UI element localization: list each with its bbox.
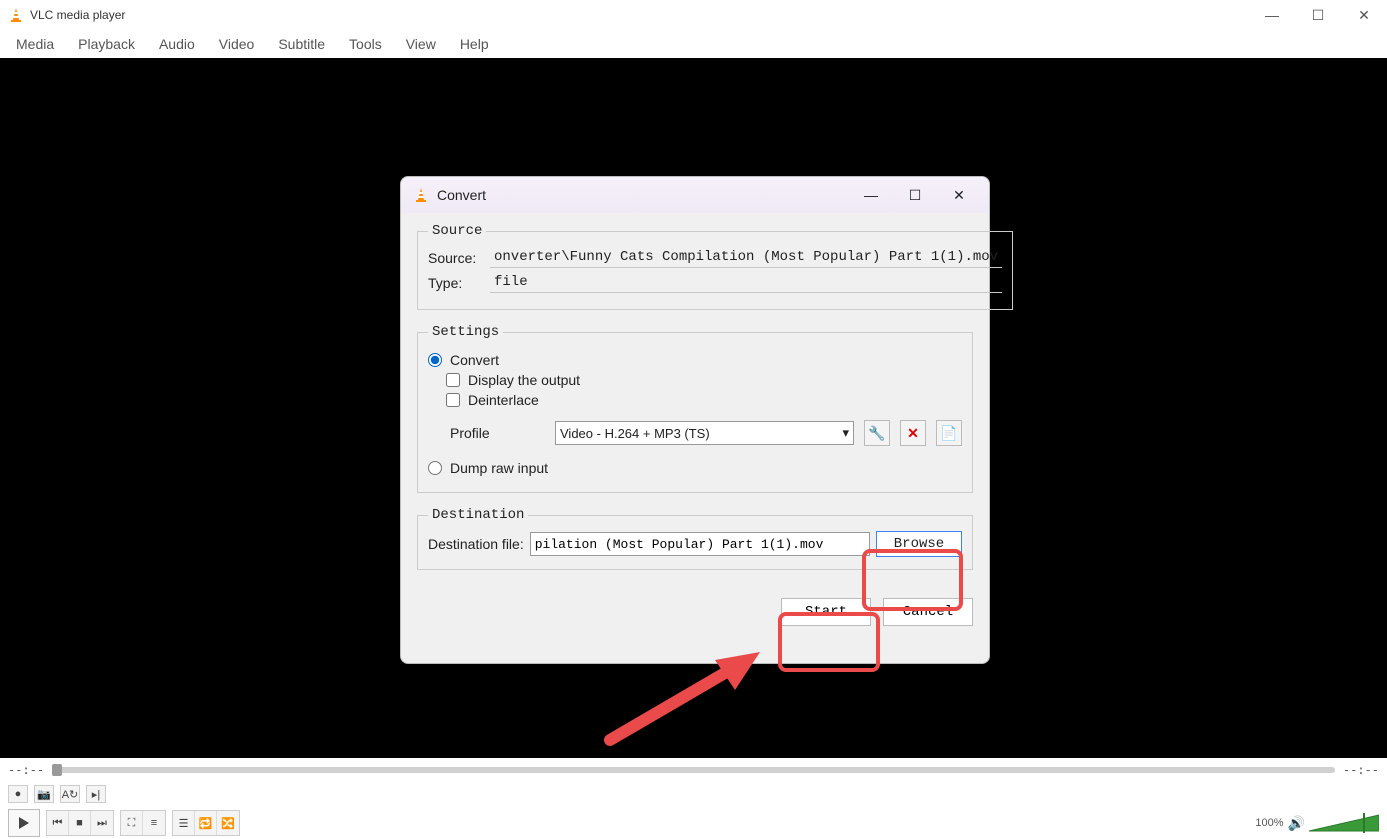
menubar: Media Playback Audio Video Subtitle Tool… xyxy=(0,30,1387,58)
convert-radio[interactable]: Convert xyxy=(428,352,962,368)
loop-icon: 🔁 xyxy=(199,817,213,830)
fullscreen-button[interactable]: ⛶ xyxy=(121,811,143,835)
dialog-titlebar[interactable]: Convert — ☐ ✕ xyxy=(401,177,989,213)
settings-legend: Settings xyxy=(428,324,503,340)
profile-value: Video - H.264 + MP3 (TS) xyxy=(560,426,710,441)
seek-slider[interactable] xyxy=(52,767,1335,773)
delete-profile-button[interactable]: ✕ xyxy=(900,420,926,446)
menu-audio[interactable]: Audio xyxy=(149,34,205,54)
frame-step-button[interactable]: ▸| xyxy=(86,785,106,803)
time-elapsed: --:-- xyxy=(8,763,44,777)
seek-knob[interactable] xyxy=(52,764,62,776)
vlc-cone-icon xyxy=(413,187,429,203)
dest-file-input[interactable] xyxy=(530,532,870,556)
destination-legend: Destination xyxy=(428,507,528,523)
play-icon xyxy=(17,816,31,830)
source-legend: Source xyxy=(428,223,486,239)
equalizer-icon: ≡ xyxy=(151,817,157,829)
new-profile-button[interactable]: 📄 xyxy=(936,420,962,446)
extended-settings-button[interactable]: ≡ xyxy=(143,811,165,835)
new-profile-icon: 📄 xyxy=(940,425,957,442)
dialog-maximize-button[interactable]: ☐ xyxy=(893,179,937,211)
type-label: Type: xyxy=(428,275,490,291)
dest-file-label: Destination file: xyxy=(428,536,524,552)
dump-raw-input[interactable] xyxy=(428,461,442,475)
start-button[interactable]: Start xyxy=(781,598,871,626)
edit-profile-button[interactable]: 🔧 xyxy=(864,420,890,446)
menu-video[interactable]: Video xyxy=(209,34,265,54)
main-titlebar: VLC media player — ☐ ✕ xyxy=(0,0,1387,30)
menu-subtitle[interactable]: Subtitle xyxy=(268,34,335,54)
window-title: VLC media player xyxy=(30,8,1249,22)
frame-step-icon: ▸| xyxy=(92,788,100,801)
vlc-cone-icon xyxy=(8,7,24,23)
menu-playback[interactable]: Playback xyxy=(68,34,145,54)
playlist-icon: ☰ xyxy=(179,817,189,830)
next-icon: ⏭ xyxy=(97,817,107,830)
playlist-button[interactable]: ☰ xyxy=(173,811,195,835)
dump-raw-label: Dump raw input xyxy=(450,460,548,476)
dialog-minimize-button[interactable]: — xyxy=(849,179,893,211)
window-controls: — ☐ ✕ xyxy=(1249,0,1387,30)
menu-help[interactable]: Help xyxy=(450,34,499,54)
fullscreen-icon: ⛶ xyxy=(128,817,136,830)
previous-icon: ⏮ xyxy=(53,817,63,830)
deinterlace-checkbox[interactable]: Deinterlace xyxy=(446,392,962,408)
shuffle-button[interactable]: 🔀 xyxy=(217,811,239,835)
convert-radio-input[interactable] xyxy=(428,353,442,367)
cancel-button[interactable]: Cancel xyxy=(883,598,973,626)
loop-ab-button[interactable]: A↻ xyxy=(60,785,80,803)
type-value: file xyxy=(490,272,1002,293)
display-output-checkbox[interactable]: Display the output xyxy=(446,372,962,388)
menu-media[interactable]: Media xyxy=(6,34,64,54)
speaker-icon[interactable]: 🔊 xyxy=(1288,815,1305,832)
volume-slider[interactable] xyxy=(1309,813,1379,833)
maximize-button[interactable]: ☐ xyxy=(1295,0,1341,30)
stop-icon: ■ xyxy=(76,817,83,829)
profile-select[interactable]: Video - H.264 + MP3 (TS) ▾ xyxy=(555,421,854,445)
source-label: Source: xyxy=(428,250,490,266)
menu-view[interactable]: View xyxy=(396,34,446,54)
minimize-button[interactable]: — xyxy=(1249,0,1295,30)
dump-raw-radio[interactable]: Dump raw input xyxy=(428,460,962,476)
display-output-input[interactable] xyxy=(446,373,460,387)
time-total: --:-- xyxy=(1343,763,1379,777)
record-button[interactable]: ● xyxy=(8,785,28,803)
shuffle-icon: 🔀 xyxy=(221,817,235,830)
loop-ab-icon: A↻ xyxy=(62,788,79,801)
deinterlace-input[interactable] xyxy=(446,393,460,407)
deinterlace-label: Deinterlace xyxy=(468,392,539,408)
playlist-group: ☰ 🔁 🔀 xyxy=(172,810,240,836)
record-icon: ● xyxy=(15,788,22,800)
previous-button[interactable]: ⏮ xyxy=(47,811,69,835)
display-output-label: Display the output xyxy=(468,372,580,388)
volume-control: 100% 🔊 xyxy=(1255,813,1379,833)
chevron-down-icon: ▾ xyxy=(842,425,849,441)
playback-group: ⏮ ■ ⏭ xyxy=(46,810,114,836)
browse-button[interactable]: Browse xyxy=(876,531,962,557)
close-button[interactable]: ✕ xyxy=(1341,0,1387,30)
view-group: ⛶ ≡ xyxy=(120,810,166,836)
next-button[interactable]: ⏭ xyxy=(91,811,113,835)
convert-radio-label: Convert xyxy=(450,352,499,368)
camera-icon: 📷 xyxy=(37,788,51,801)
source-value: onverter\Funny Cats Compilation (Most Po… xyxy=(490,247,1002,268)
volume-percent: 100% xyxy=(1255,817,1283,829)
convert-dialog: Convert — ☐ ✕ Source Source: onverter\Fu… xyxy=(400,176,990,664)
menu-tools[interactable]: Tools xyxy=(339,34,392,54)
loop-button[interactable]: 🔁 xyxy=(195,811,217,835)
profile-label: Profile xyxy=(450,425,545,441)
wrench-icon: 🔧 xyxy=(868,425,885,442)
snapshot-button[interactable]: 📷 xyxy=(34,785,54,803)
settings-group: Settings Convert Display the output Dein… xyxy=(417,324,973,493)
stop-button[interactable]: ■ xyxy=(69,811,91,835)
source-group: Source Source: onverter\Funny Cats Compi… xyxy=(417,223,1013,310)
dialog-title: Convert xyxy=(437,187,849,203)
destination-group: Destination Destination file: Browse xyxy=(417,507,973,570)
play-button[interactable] xyxy=(8,809,40,837)
bottom-controls: --:-- --:-- ● 📷 A↻ ▸| ⏮ ■ ⏭ ⛶ ≡ ☰ 🔁 🔀 10… xyxy=(0,759,1387,839)
dialog-close-button[interactable]: ✕ xyxy=(937,179,981,211)
x-icon: ✕ xyxy=(907,425,919,442)
